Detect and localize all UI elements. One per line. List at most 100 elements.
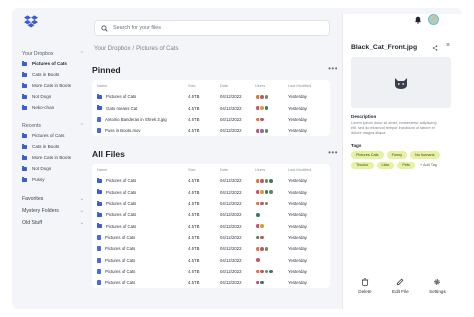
file-name[interactable]: Pictures of Cats (106, 190, 136, 195)
tag-chip[interactable]: No humans (410, 151, 440, 159)
column-name[interactable]: Name (97, 167, 188, 172)
table-row[interactable]: Pictures of Cats 4.5TB 04/12/2022 Yesterday (92, 232, 330, 243)
share-icon[interactable] (432, 45, 438, 51)
table-row[interactable]: Pictures of Cats 4.5TB 04/12/2022 Yesterday (92, 220, 330, 231)
settings-button[interactable]: Settings (429, 278, 446, 294)
column-size[interactable]: Size (188, 83, 220, 88)
tag-chip[interactable]: Tricolor (351, 161, 374, 169)
tag-chip[interactable]: Lilac (376, 161, 395, 169)
table-row[interactable]: Pictures of Cats 4.5TB 04/12/2022 Yesterday (92, 187, 330, 198)
avatar[interactable] (259, 234, 265, 241)
table-row[interactable]: Pictures of Cats 4.5TB 04/12/2022 Yesterday (92, 91, 330, 102)
column-modified[interactable]: Last Modified (288, 167, 328, 172)
search-bar[interactable] (94, 20, 330, 36)
file-name[interactable]: Pictures of Cats (105, 258, 135, 263)
user-avatar[interactable] (428, 14, 439, 25)
chevron-up-icon[interactable]: ⌃ (80, 51, 84, 57)
table-row[interactable]: Pictures of Cats 4.5TB 04/12/2022 Yesterday (92, 175, 330, 186)
column-date[interactable]: Date (220, 83, 255, 88)
avatar[interactable] (255, 212, 261, 218)
add-tag-button[interactable]: + Add Tag (418, 162, 439, 170)
chevron-up-icon[interactable]: ⌃ (80, 123, 84, 129)
avatar[interactable] (263, 200, 270, 207)
sidebar-item[interactable]: Pussy (22, 174, 92, 185)
settings-label: Settings (429, 289, 446, 294)
avatar[interactable] (259, 279, 265, 286)
sidebar-group-label: Old Stuff (22, 220, 43, 226)
avatar[interactable] (259, 116, 265, 123)
file-name[interactable]: Pictures of Cats (106, 224, 136, 229)
avatar[interactable] (263, 245, 270, 252)
column-date[interactable]: Date (220, 167, 255, 172)
avatar[interactable] (263, 128, 270, 134)
file-name[interactable]: Pictures of Cats (106, 212, 136, 217)
sidebar-item[interactable]: Pictures of Cats (22, 130, 92, 141)
search-input[interactable] (113, 25, 313, 31)
sidebar-group[interactable]: Old Stuff ⌄ (22, 217, 84, 229)
table-row[interactable]: Pictures of Cats 4.5TB 04/12/2022 Yesterday (92, 243, 330, 254)
avatar[interactable] (259, 223, 265, 229)
file-size: 4.5TB (188, 268, 200, 274)
avatar[interactable] (263, 94, 270, 100)
file-name[interactable]: Pictures of Cats (106, 201, 136, 206)
breadcrumb-root[interactable]: Your Dropbox (94, 46, 130, 52)
table-row[interactable]: Pictures of Cats 4.5TB 04/12/2022 Yesterday (92, 209, 330, 220)
table-row[interactable]: Gato means Cat 4.5TB 04/12/2022 Yesterday (92, 103, 330, 114)
file-name[interactable]: Pictures of Cats (106, 178, 136, 183)
column-users[interactable]: Users (255, 167, 288, 172)
file-name[interactable]: Pictures of Cats (105, 235, 135, 240)
sidebar-group[interactable]: Mystery Folders ⌄ (22, 205, 84, 217)
pinned-more-icon[interactable]: ••• (328, 64, 338, 73)
dropbox-logo-icon[interactable] (24, 14, 38, 28)
file-name[interactable]: Antonio Banderas in Shrek 3.jpg (105, 117, 167, 122)
tag-chip[interactable]: Funny (386, 151, 408, 159)
column-name[interactable]: Name (97, 83, 188, 88)
sidebar-item[interactable]: Not Dogs (22, 91, 92, 102)
file-name[interactable]: Gato means Cat (106, 106, 137, 111)
avatar[interactable] (255, 257, 261, 263)
column-users[interactable]: Users (255, 83, 288, 88)
sidebar-group[interactable]: Favorites ⌄ (22, 193, 84, 205)
all-files-more-icon[interactable]: ••• (328, 148, 338, 157)
edit-file-button[interactable]: Edit File (392, 278, 409, 294)
chevron-down-icon[interactable]: ⌄ (80, 208, 84, 214)
column-modified[interactable]: Last Modified (288, 83, 328, 88)
tag-chip[interactable]: Pets (397, 161, 415, 169)
sidebar-item-label: Not Dogs (32, 94, 52, 99)
file-name[interactable]: Puss in Boots.mov (105, 128, 141, 133)
table-row[interactable]: Pictures of Cats 4.5TB 04/12/2022 Yesterday (92, 198, 330, 209)
table-row[interactable]: Antonio Banderas in Shrek 3.jpg 4.5TB 04/1… (92, 114, 330, 125)
table-row[interactable]: Pictures of Cats 4.5TB 04/12/2022 Yesterday (92, 266, 330, 277)
breadcrumb-current[interactable]: Pictures of Cats (136, 46, 178, 52)
file-name[interactable]: Pictures of Cats (105, 280, 135, 285)
table-row[interactable]: Pictures of Cats 4.5TB 04/12/2022 Yesterday (92, 277, 330, 288)
close-icon[interactable]: × (446, 42, 450, 49)
file-name-cell: Pictures of Cats (97, 189, 188, 195)
chevron-down-icon[interactable]: ⌄ (80, 220, 84, 226)
sidebar-item[interactable]: Cats in Boots (22, 69, 92, 80)
recents-heading[interactable]: Recents ⌃ (22, 121, 84, 130)
avatar[interactable] (268, 178, 274, 184)
chevron-down-icon[interactable]: ⌄ (80, 196, 84, 202)
file-size: 4.5TB (188, 128, 200, 134)
avatar[interactable] (268, 268, 274, 275)
file-date: 04/12/2022 (220, 105, 242, 111)
sidebar-item[interactable]: More Cats in Boots (22, 152, 92, 163)
tag-chip[interactable]: Pictures Cats (351, 151, 384, 159)
sidebar-item[interactable]: Cats in Boots (22, 141, 92, 152)
table-row[interactable]: Pictures of Cats 4.5TB 04/12/2022 Yesterday (92, 254, 330, 265)
delete-button[interactable]: Delete (358, 278, 372, 294)
sidebar-item[interactable]: More Cats in Boots (22, 80, 92, 91)
file-name[interactable]: Pictures of Cats (105, 269, 135, 274)
bell-icon[interactable] (414, 16, 422, 24)
table-row[interactable]: Puss in Boots.mov 4.5TB 04/12/2022 Yesterda… (92, 125, 330, 136)
your-dropbox-heading[interactable]: Your Dropbox ⌃ (22, 49, 84, 58)
sidebar-item[interactable]: Not Dogs (22, 163, 92, 174)
file-name[interactable]: Pictures of Cats (106, 94, 136, 99)
sidebar-item[interactable]: Pictures of Cats (22, 58, 92, 69)
avatar[interactable] (268, 189, 274, 196)
avatar[interactable] (263, 105, 270, 112)
sidebar-item[interactable]: Neko-chan (22, 102, 92, 113)
column-size[interactable]: Size (188, 167, 220, 172)
file-name[interactable]: Pictures of Cats (105, 246, 135, 251)
